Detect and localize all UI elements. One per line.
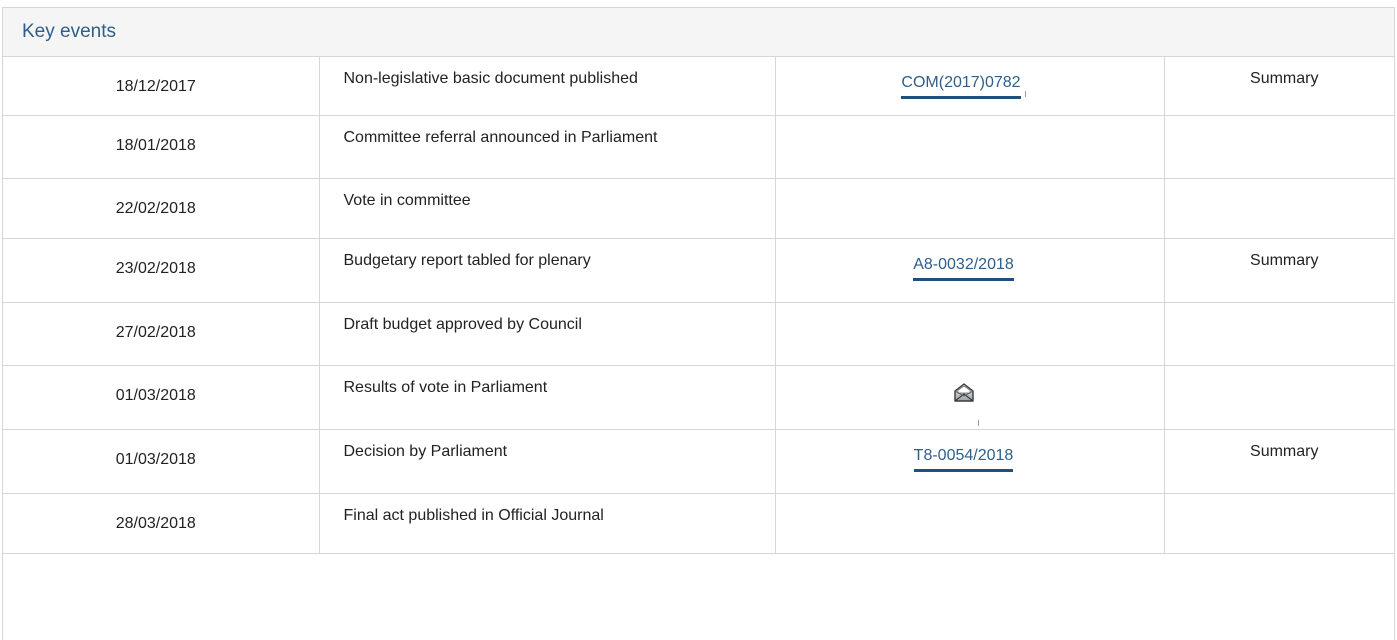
document-reference-link[interactable]: T8-0054/2018 <box>913 446 1014 472</box>
event-date: 27/02/2018 <box>3 302 320 366</box>
summary-label[interactable]: Summary <box>1250 70 1318 87</box>
panel-title: Key events <box>22 21 116 42</box>
event-date: 18/12/2017 <box>3 57 320 116</box>
event-description: Vote in committee <box>319 178 776 239</box>
event-description: Budgetary report tabled for plenary <box>319 238 776 303</box>
envelope-icon[interactable] <box>953 382 975 402</box>
event-description: Final act published in Official Journal <box>319 493 776 554</box>
event-description: Non-legislative basic document published <box>319 57 776 116</box>
summary-label[interactable]: Summary <box>1250 252 1318 269</box>
event-summary-cell <box>1164 493 1394 554</box>
document-reference-link[interactable]: A8-0032/2018 <box>913 255 1014 281</box>
event-summary-cell <box>1164 115 1394 179</box>
event-reference-cell <box>775 178 1165 239</box>
summary-label[interactable]: Summary <box>1250 443 1318 460</box>
tick-mark <box>978 419 979 426</box>
table-row: 18/12/2017 Non-legislative basic documen… <box>3 57 1394 116</box>
event-reference-cell: COM(2017)0782 <box>775 57 1165 116</box>
table-row: 27/02/2018 Draft budget approved by Coun… <box>3 302 1394 366</box>
event-reference-cell: T8-0054/2018 <box>775 429 1165 494</box>
key-events-table: 18/12/2017 Non-legislative basic documen… <box>3 57 1394 554</box>
event-reference-cell <box>775 115 1165 179</box>
event-date: 01/03/2018 <box>3 429 320 494</box>
tick-mark <box>1024 91 1026 97</box>
event-date: 18/01/2018 <box>3 115 320 179</box>
table-row: 28/03/2018 Final act published in Offici… <box>3 493 1394 554</box>
event-description: Draft budget approved by Council <box>319 302 776 366</box>
event-date: 01/03/2018 <box>3 365 320 430</box>
event-reference-cell <box>775 493 1165 554</box>
event-description: Committee referral announced in Parliame… <box>319 115 776 179</box>
event-summary-cell: Summary <box>1164 238 1394 303</box>
document-reference-link[interactable]: COM(2017)0782 <box>901 73 1021 99</box>
table-row: 23/02/2018 Budgetary report tabled for p… <box>3 238 1394 303</box>
event-reference-cell <box>775 365 1165 430</box>
event-description: Decision by Parliament <box>319 429 776 494</box>
event-date: 28/03/2018 <box>3 493 320 554</box>
event-summary-cell <box>1164 302 1394 366</box>
event-date: 23/02/2018 <box>3 238 320 303</box>
event-summary-cell: Summary <box>1164 429 1394 494</box>
event-reference-cell: A8-0032/2018 <box>775 238 1165 303</box>
panel-header: Key events <box>3 8 1394 57</box>
event-reference-cell <box>775 302 1165 366</box>
table-row: 18/01/2018 Committee referral announced … <box>3 115 1394 179</box>
event-summary-cell <box>1164 178 1394 239</box>
table-row: 01/03/2018 Results of vote in Parliament <box>3 365 1394 430</box>
event-description: Results of vote in Parliament <box>319 365 776 430</box>
event-summary-cell <box>1164 365 1394 430</box>
event-summary-cell: Summary <box>1164 57 1394 116</box>
table-row: 22/02/2018 Vote in committee <box>3 178 1394 239</box>
key-events-panel: Key events 18/12/2017 Non-legislative ba… <box>2 7 1395 640</box>
table-row: 01/03/2018 Decision by Parliament T8-005… <box>3 429 1394 494</box>
event-date: 22/02/2018 <box>3 178 320 239</box>
